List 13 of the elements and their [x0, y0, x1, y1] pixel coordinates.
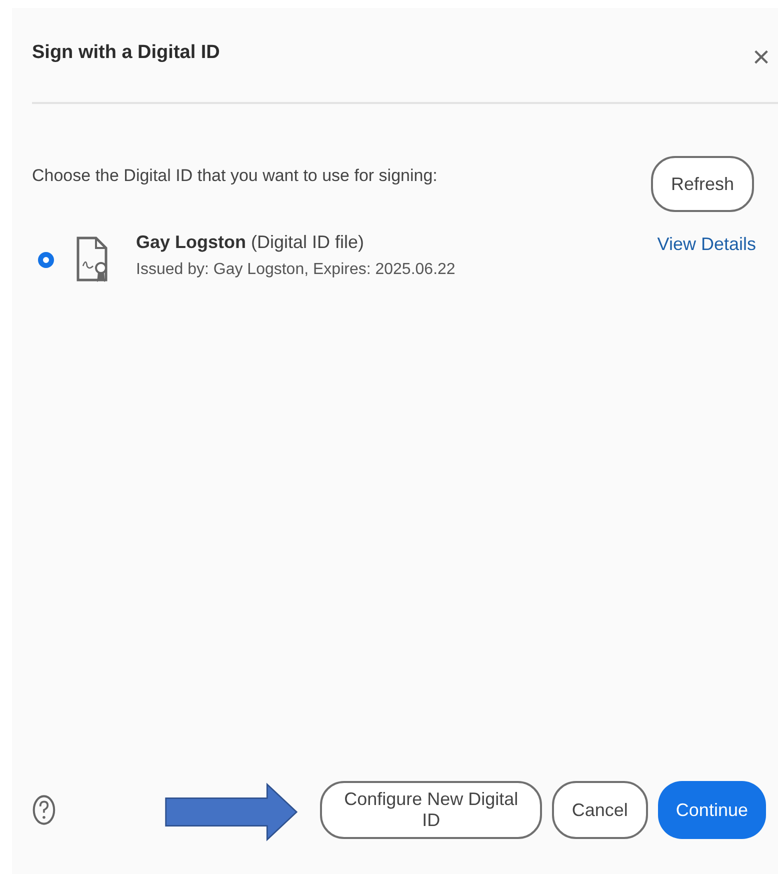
- certificate-document-icon: [76, 236, 110, 284]
- dialog-button[interactable]: Cancel: [552, 781, 648, 839]
- dialog-button[interactable]: Configure New Digital ID: [320, 781, 542, 839]
- view-details-link[interactable]: View Details: [657, 234, 756, 255]
- close-button[interactable]: ×: [744, 41, 778, 75]
- digital-id-name: Gay Logston (Digital ID file): [136, 232, 366, 253]
- digital-id-details: Issued by: Gay Logston, Expires: 2025.06.22: [136, 261, 456, 279]
- dialog-title: Sign with a Digital ID: [32, 42, 220, 64]
- refresh-button[interactable]: Refresh: [650, 156, 754, 212]
- radio-button[interactable]: [38, 252, 54, 268]
- continue-button[interactable]: Continue: [658, 781, 766, 839]
- instruction-text: Choose the Digital ID that you want to use for signing:: [32, 166, 438, 186]
- help-icon[interactable]: [32, 793, 56, 827]
